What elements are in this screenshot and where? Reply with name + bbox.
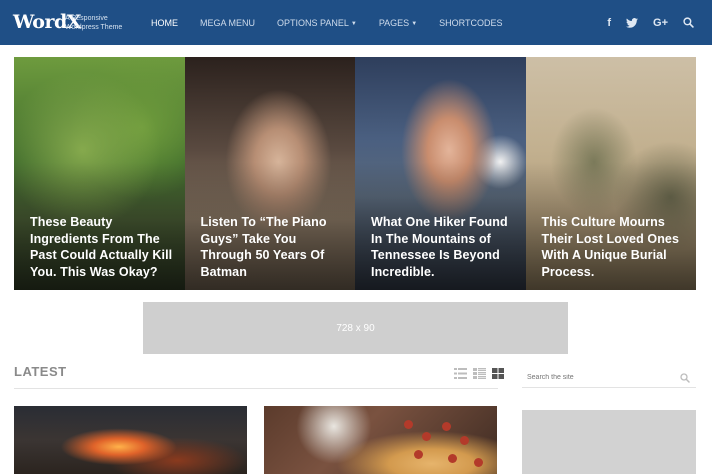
pizza-topping bbox=[448, 454, 457, 463]
section-title-latest: LATEST bbox=[14, 364, 67, 379]
featured-post[interactable]: These Beauty Ingredients From The Past C… bbox=[14, 57, 185, 290]
ad-size-label: 728 x 90 bbox=[336, 322, 375, 334]
pizza-topping bbox=[460, 436, 469, 445]
sidebar-search bbox=[522, 366, 696, 388]
list-view-icon[interactable] bbox=[454, 366, 467, 384]
pizza-topping bbox=[474, 458, 483, 467]
featured-post-title[interactable]: These Beauty Ingredients From The Past C… bbox=[30, 214, 177, 280]
compact-list-icon[interactable] bbox=[473, 366, 486, 384]
chevron-down-icon: ▼ bbox=[411, 20, 418, 27]
section-divider bbox=[14, 388, 498, 389]
nav-item-pages[interactable]: PAGES ▼ bbox=[379, 18, 417, 28]
nav-label: OPTIONS PANEL bbox=[277, 17, 349, 28]
nav-item-home[interactable]: HOME bbox=[151, 18, 178, 28]
featured-post-title[interactable]: This Culture Mourns Their Lost Loved One… bbox=[542, 214, 689, 280]
nav-label: PAGES bbox=[378, 17, 410, 28]
featured-post-title[interactable]: Listen To “The Piano Guys” Take You Thro… bbox=[201, 214, 348, 280]
twitter-icon[interactable] bbox=[626, 17, 639, 28]
post-thumbnail[interactable] bbox=[14, 406, 247, 474]
grid-view-icon[interactable] bbox=[492, 366, 504, 384]
featured-post[interactable]: Listen To “The Piano Guys” Take You Thro… bbox=[184, 57, 355, 290]
social-links: f G+ bbox=[592, 0, 694, 45]
nav-label: SHORTCODES bbox=[439, 17, 503, 28]
site-header: WordX A Responsive Wordpress Theme HOME … bbox=[0, 0, 712, 45]
chevron-down-icon: ▼ bbox=[350, 20, 357, 27]
search-icon[interactable] bbox=[680, 370, 690, 388]
google-plus-icon[interactable]: G+ bbox=[653, 17, 668, 29]
pizza-topping bbox=[422, 432, 431, 441]
sidebar-ad[interactable] bbox=[522, 410, 696, 474]
featured-post[interactable]: This Culture Mourns Their Lost Loved One… bbox=[525, 57, 696, 290]
nav-label: HOME bbox=[151, 17, 178, 28]
featured-post[interactable]: What One Hiker Found In The Mountains of… bbox=[355, 57, 526, 290]
post-thumbnail[interactable] bbox=[264, 406, 497, 474]
site-tagline: A Responsive Wordpress Theme bbox=[65, 15, 123, 31]
featured-posts: These Beauty Ingredients From The Past C… bbox=[14, 57, 696, 290]
nav-item-shortcodes[interactable]: SHORTCODES bbox=[439, 18, 502, 28]
nav-label: MEGA MENU bbox=[200, 17, 256, 28]
nav-item-options-panel[interactable]: OPTIONS PANEL ▼ bbox=[277, 18, 357, 28]
main-nav: HOME MEGA MENU OPTIONS PANEL ▼ PAGES ▼ SHO… bbox=[151, 0, 524, 45]
featured-post-title[interactable]: What One Hiker Found In The Mountains of… bbox=[371, 214, 518, 280]
layout-switcher bbox=[448, 366, 504, 384]
pizza-topping bbox=[414, 450, 423, 459]
search-icon[interactable] bbox=[683, 17, 694, 28]
pizza-topping bbox=[442, 422, 451, 431]
search-input[interactable] bbox=[522, 367, 672, 388]
facebook-icon[interactable]: f bbox=[607, 17, 611, 29]
ad-banner[interactable]: 728 x 90 bbox=[143, 302, 568, 354]
nav-item-mega-menu[interactable]: MEGA MENU bbox=[200, 18, 255, 28]
pizza-topping bbox=[404, 420, 413, 429]
